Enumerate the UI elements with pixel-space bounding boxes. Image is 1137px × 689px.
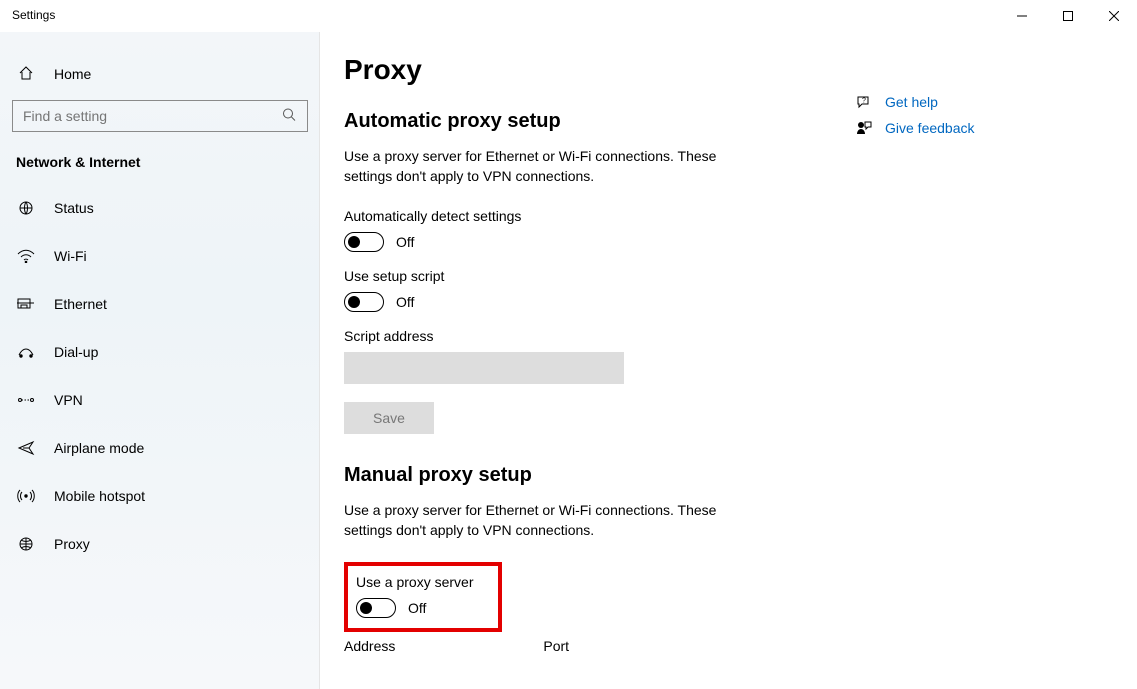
home-label: Home bbox=[54, 66, 91, 82]
use-script-toggle[interactable] bbox=[344, 292, 384, 312]
sidebar-item-proxy[interactable]: Proxy bbox=[0, 520, 320, 568]
help-column: ? Get help Give feedback bbox=[855, 94, 1055, 146]
search-box[interactable] bbox=[12, 100, 308, 132]
auto-detect-state: Off bbox=[396, 234, 414, 250]
auto-detect-label: Automatically detect settings bbox=[344, 208, 1097, 224]
sidebar-item-label: Status bbox=[54, 200, 94, 216]
wifi-icon bbox=[16, 249, 36, 263]
get-help-link[interactable]: ? Get help bbox=[855, 94, 1055, 110]
close-button[interactable] bbox=[1091, 0, 1137, 32]
proxy-icon bbox=[16, 537, 36, 551]
script-address-label: Script address bbox=[344, 328, 1097, 344]
page-title: Proxy bbox=[344, 54, 1097, 86]
sidebar-item-label: VPN bbox=[54, 392, 83, 408]
port-label: Port bbox=[543, 638, 569, 654]
maximize-button[interactable] bbox=[1045, 0, 1091, 32]
titlebar: Settings bbox=[0, 0, 1137, 32]
sidebar-item-label: Wi-Fi bbox=[54, 248, 87, 264]
manual-proxy-heading: Manual proxy setup bbox=[344, 464, 1097, 487]
sidebar-item-label: Mobile hotspot bbox=[54, 488, 145, 504]
sidebar-item-label: Ethernet bbox=[54, 296, 107, 312]
sidebar-item-status[interactable]: Status bbox=[0, 184, 320, 232]
manual-proxy-desc: Use a proxy server for Ethernet or Wi-Fi… bbox=[344, 501, 764, 540]
sidebar-item-dialup[interactable]: Dial-up bbox=[0, 328, 320, 376]
sidebar-category: Network & Internet bbox=[0, 148, 320, 184]
home-icon bbox=[16, 65, 36, 84]
vpn-icon bbox=[16, 393, 36, 407]
give-feedback-text[interactable]: Give feedback bbox=[885, 120, 975, 136]
get-help-text[interactable]: Get help bbox=[885, 94, 938, 110]
address-label: Address bbox=[344, 638, 395, 654]
sidebar-item-label: Dial-up bbox=[54, 344, 98, 360]
sidebar-item-vpn[interactable]: VPN bbox=[0, 376, 320, 424]
auto-proxy-desc: Use a proxy server for Ethernet or Wi-Fi… bbox=[344, 147, 764, 186]
status-icon bbox=[16, 201, 36, 215]
use-proxy-toggle[interactable] bbox=[356, 598, 396, 618]
use-script-label: Use setup script bbox=[344, 268, 1097, 284]
sidebar: Home Network & Internet Status Wi-Fi bbox=[0, 32, 320, 689]
sidebar-item-label: Airplane mode bbox=[54, 440, 144, 456]
use-proxy-state: Off bbox=[408, 600, 426, 616]
feedback-icon bbox=[855, 120, 873, 136]
save-button[interactable]: Save bbox=[344, 402, 434, 434]
give-feedback-link[interactable]: Give feedback bbox=[855, 120, 1055, 136]
dialup-icon bbox=[16, 345, 36, 359]
window-title: Settings bbox=[12, 0, 55, 22]
sidebar-item-hotspot[interactable]: Mobile hotspot bbox=[0, 472, 320, 520]
hotspot-icon bbox=[16, 488, 36, 504]
ethernet-icon bbox=[16, 297, 36, 311]
sidebar-home[interactable]: Home bbox=[0, 54, 320, 94]
sidebar-item-label: Proxy bbox=[54, 536, 90, 552]
minimize-button[interactable] bbox=[999, 0, 1045, 32]
annotation-highlight: Use a proxy server Off bbox=[344, 562, 502, 632]
window-controls bbox=[999, 0, 1137, 32]
help-icon: ? bbox=[855, 94, 873, 110]
svg-text:?: ? bbox=[862, 98, 866, 105]
airplane-icon bbox=[16, 440, 36, 456]
auto-detect-toggle[interactable] bbox=[344, 232, 384, 252]
use-proxy-label: Use a proxy server bbox=[356, 574, 490, 590]
main-content: Proxy Automatic proxy setup Use a proxy … bbox=[320, 32, 1137, 689]
sidebar-item-airplane[interactable]: Airplane mode bbox=[0, 424, 320, 472]
sidebar-item-ethernet[interactable]: Ethernet bbox=[0, 280, 320, 328]
search-input[interactable] bbox=[12, 100, 308, 132]
sidebar-item-wifi[interactable]: Wi-Fi bbox=[0, 232, 320, 280]
use-script-state: Off bbox=[396, 294, 414, 310]
script-address-input[interactable] bbox=[344, 352, 624, 384]
